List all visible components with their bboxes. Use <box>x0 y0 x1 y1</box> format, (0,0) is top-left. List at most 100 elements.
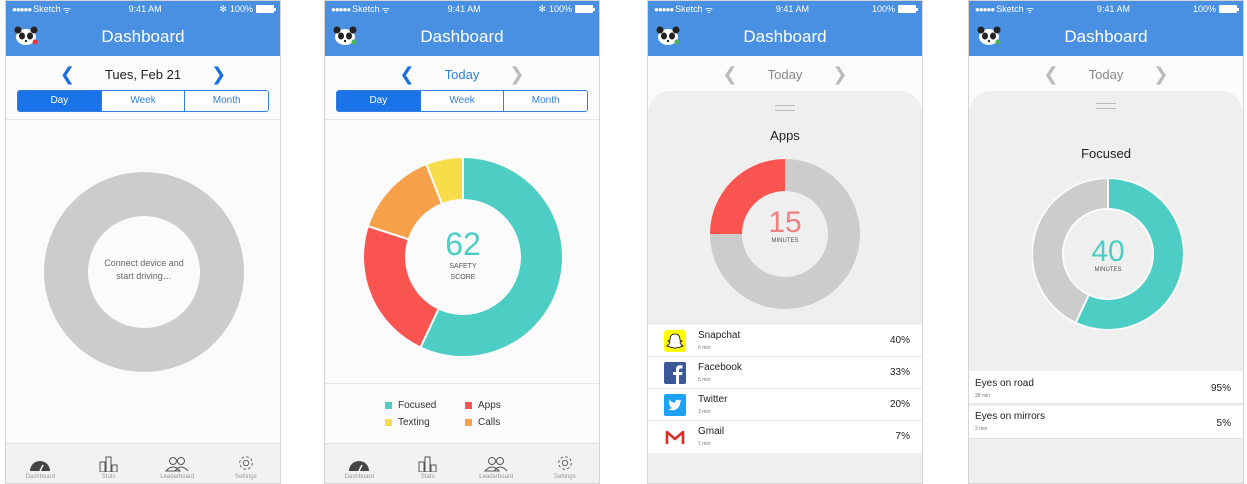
next-day-chevron-icon[interactable]: ❯ <box>211 65 226 83</box>
app-percent: 20% <box>889 399 910 410</box>
connect-prompt-line2: start driving… <box>116 271 172 281</box>
nav-bar: ●●●●● Sketch ᯤ 9:41 AM 100% Dashboard <box>969 1 1243 56</box>
nav-bar: ●●●●● Sketch ᯤ 9:41 AM ✻ 100% Dashboard <box>325 1 599 56</box>
screen-dashboard-empty: ●●●●● Sketch ᯤ 9:41 AM ✻ 100% Dashboard ❮ T… <box>5 0 281 484</box>
tab-leaderboard[interactable]: Leaderboard <box>462 444 531 483</box>
tab-dashboard[interactable]: Dashboard <box>325 444 394 483</box>
bar-chart-icon <box>418 456 437 472</box>
carrier: Sketch <box>33 4 61 14</box>
tab-stats[interactable]: Stats <box>75 444 144 483</box>
tab-label: Stats <box>101 474 116 480</box>
legend-swatch <box>385 402 392 409</box>
segment-day[interactable]: Day <box>337 91 421 111</box>
focused-center: 40 MINUTES <box>1058 235 1158 274</box>
current-date: Today <box>444 66 480 82</box>
clock: 9:41 AM <box>447 4 481 14</box>
tab-stats[interactable]: Stats <box>394 444 463 483</box>
focused-minutes-value: 40 <box>1091 235 1125 268</box>
previous-day-chevron-icon[interactable]: ❮ <box>400 65 415 83</box>
app-name: Snapchat <box>698 330 741 341</box>
wifi-icon: ᯤ <box>62 4 71 15</box>
carrier: Sketch <box>675 4 703 14</box>
battery-icon <box>898 5 918 13</box>
score-label-line2: SCORE <box>450 274 476 281</box>
tab-label: Settings <box>234 474 257 480</box>
tab-label: Dashboard <box>25 474 55 480</box>
divider <box>325 119 599 120</box>
divider <box>6 119 280 120</box>
apps-minutes-unit: MINUTES <box>771 238 799 244</box>
drag-handle-icon[interactable] <box>775 105 795 111</box>
previous-day-chevron-icon[interactable]: ❮ <box>60 65 75 83</box>
speedometer-icon <box>349 461 370 472</box>
legend-item-texting: Texting <box>385 417 465 428</box>
carrier: Sketch <box>352 4 380 14</box>
tab-dashboard[interactable]: Dashboard <box>6 444 75 483</box>
tab-bar: Dashboard Stats Leaderboard Settings <box>325 443 599 483</box>
list-item[interactable]: Gmail 1 min 7% <box>648 421 922 453</box>
app-percent: 33% <box>889 367 910 378</box>
list-item[interactable]: Facebook 5 min 33% <box>648 357 922 389</box>
detail-sheet: Focused 40 MINUTES Eyes on road 38 min 9… <box>969 91 1243 483</box>
next-day-chevron-icon[interactable]: ❯ <box>832 65 847 83</box>
next-day-chevron-icon[interactable]: ❯ <box>1153 65 1168 83</box>
segment-week[interactable]: Week <box>101 91 186 111</box>
legend-swatch <box>385 419 392 426</box>
screen-focused-detail: ●●●●● Sketch ᯤ 9:41 AM 100% Dashboard ❮ To… <box>968 0 1244 484</box>
clock: 9:41 AM <box>128 4 162 14</box>
tab-settings[interactable]: Settings <box>531 444 600 483</box>
tab-bar: Dashboard Stats Leaderboard Settings <box>6 443 280 483</box>
metric-minutes: 38 min <box>975 393 991 399</box>
previous-day-chevron-icon[interactable]: ❮ <box>1044 65 1059 83</box>
bluetooth-icon: ✻ <box>219 3 227 14</box>
list-item[interactable]: Eyes on mirrors 2 min 5% <box>969 406 1243 439</box>
current-date: Today <box>767 66 803 82</box>
range-segmented-control: Day Week Month <box>336 90 588 112</box>
app-name: Twitter <box>698 394 728 405</box>
detail-sheet: Apps 15 MINUTES Snapchat 6 min 40% Faceb… <box>648 91 922 483</box>
list-item[interactable]: Eyes on road 38 min 95% <box>969 371 1243 404</box>
metric-name: Eyes on mirrors <box>975 411 1046 422</box>
segment-week[interactable]: Week <box>420 91 505 111</box>
twitter-icon <box>664 394 686 416</box>
legend-swatch <box>465 419 472 426</box>
nav-bar: ●●●●● Sketch ᯤ 9:41 AM 100% Dashboard <box>648 1 922 56</box>
bar-chart-icon <box>99 456 118 472</box>
metric-percent: 95% <box>1210 383 1231 394</box>
date-navigator: ❮ Today ❯ <box>648 61 922 87</box>
metric-percent: 5% <box>1216 418 1231 429</box>
apps-center: 15 MINUTES <box>735 208 835 245</box>
legend-item-calls: Calls <box>465 417 545 428</box>
battery-percent: 100% <box>871 4 895 14</box>
battery-percent: 100% <box>229 4 253 14</box>
segment-day[interactable]: Day <box>18 91 102 111</box>
sheet-title: Focused <box>1081 146 1131 161</box>
list-item[interactable]: Twitter 3 min 20% <box>648 389 922 421</box>
gmail-icon <box>665 430 685 444</box>
app-percent: 40% <box>889 335 910 346</box>
carrier: Sketch <box>996 4 1024 14</box>
legend-label: Texting <box>398 417 430 428</box>
tab-label: Leaderboard <box>479 474 514 480</box>
tab-settings[interactable]: Settings <box>212 444 281 483</box>
score-center: 62 SAFETY SCORE <box>413 227 513 283</box>
clock: 9:41 AM <box>1096 4 1130 14</box>
current-date: Today <box>1088 66 1124 82</box>
legend-swatch <box>465 402 472 409</box>
people-icon <box>484 457 508 472</box>
chart-legend: Focused Apps Texting Calls <box>385 400 545 428</box>
focused-minutes-unit: MINUTES <box>1094 267 1122 273</box>
metric-minutes: 2 min <box>975 426 988 432</box>
previous-day-chevron-icon[interactable]: ❮ <box>723 65 738 83</box>
drag-handle-icon[interactable] <box>1096 103 1116 109</box>
list-item[interactable]: Snapchat 6 min 40% <box>648 325 922 357</box>
segment-month[interactable]: Month <box>504 91 587 111</box>
app-minutes: 3 min <box>698 409 711 415</box>
battery-icon <box>255 5 276 13</box>
tab-leaderboard[interactable]: Leaderboard <box>143 444 212 483</box>
date-navigator: ❮ Today ❯ <box>969 61 1243 87</box>
next-day-chevron-icon[interactable]: ❯ <box>509 65 524 83</box>
segment-month[interactable]: Month <box>185 91 268 111</box>
app-name: Facebook <box>698 362 742 373</box>
facebook-icon <box>664 362 686 384</box>
